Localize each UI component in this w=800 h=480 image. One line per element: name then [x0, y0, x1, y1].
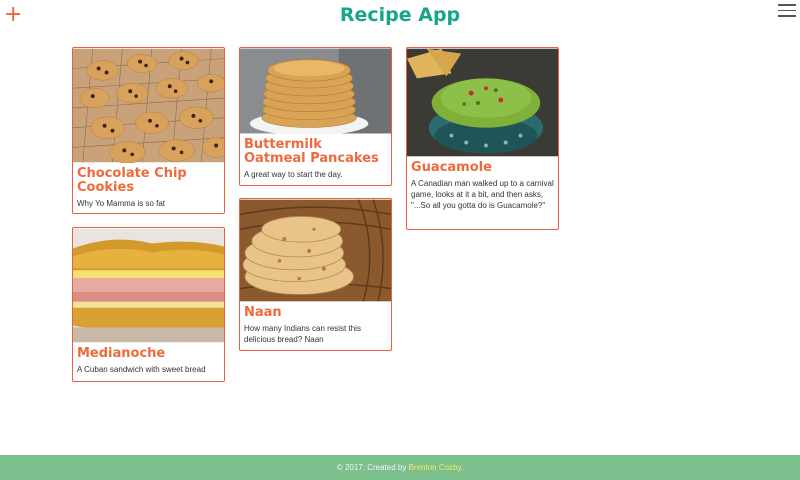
recipe-card-cookies[interactable]: Chocolate Chip Cookies Why Yo Mamma is s…	[72, 47, 225, 214]
recipe-card-pancakes[interactable]: Buttermilk Oatmeal Pancakes A great way …	[239, 47, 392, 186]
menu-bar	[778, 4, 796, 6]
recipe-description: A Canadian man walked up to a carnival g…	[411, 179, 554, 210]
page-footer: © 2017. Created by Brenton Cozby.	[0, 455, 800, 480]
medianoche-image	[73, 228, 224, 343]
naan-image	[240, 199, 391, 302]
app-header: + Recipe App	[0, 0, 800, 36]
recipe-name: Naan	[244, 305, 282, 320]
recipe-card-medianoche[interactable]: Medianoche A Cuban sandwich with sweet b…	[72, 227, 225, 382]
menu-bar	[778, 9, 796, 11]
menu-bar	[778, 15, 796, 17]
pancakes-image	[240, 48, 391, 134]
recipe-card-guacamole[interactable]: Guacamole A Canadian man walked up to a …	[406, 47, 559, 230]
recipe-name: Medianoche	[77, 346, 166, 361]
recipe-name: Chocolate Chip Cookies	[77, 166, 187, 195]
recipe-description: A Cuban sandwich with sweet bread	[77, 365, 206, 374]
recipe-name: Guacamole	[411, 160, 492, 175]
guacamole-image	[407, 48, 558, 157]
author-link[interactable]: Brenton Cozby	[409, 463, 461, 472]
page-title: Recipe App	[339, 4, 461, 26]
recipe-name: Buttermilk Oatmeal Pancakes	[244, 137, 379, 166]
recipe-description: A great way to start the day.	[244, 170, 343, 179]
hamburger-menu-icon[interactable]	[778, 4, 796, 18]
footer-copyright: © 2017. Created by	[336, 463, 407, 472]
footer-suffix: .	[460, 463, 464, 472]
recipe-description: How many Indians can resist this delicio…	[244, 324, 361, 344]
recipe-description: Why Yo Mamma is so fat	[77, 199, 166, 208]
recipe-card-naan[interactable]: Naan How many Indians can resist this de…	[239, 198, 392, 351]
cookies-image	[73, 48, 224, 163]
